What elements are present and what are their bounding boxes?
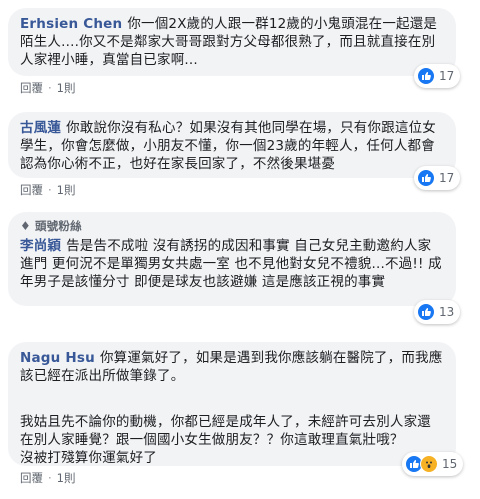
comment-bubble: 古風蓮 你敢說你沒有私心？如果沒有其他同學在場，只有你跟這位女學生，你會怎麼做，小… <box>8 112 456 178</box>
like-icon <box>417 67 435 85</box>
separator-dot: · <box>48 183 52 197</box>
like-icon <box>417 169 435 187</box>
reaction-summary[interactable]: 13 <box>414 300 461 324</box>
comment-author[interactable]: Nagu Hsu <box>20 350 95 366</box>
wow-icon <box>420 455 438 473</box>
comment-bubble: Erhsien Chen 你一個2X歲的人跟一群12歲的小鬼頭混在一起還是陌生人.… <box>8 8 456 76</box>
replies-count-link[interactable]: 1則 <box>57 80 76 96</box>
reaction-summary[interactable]: 17 <box>414 64 461 88</box>
diamond-icon: ♦ <box>20 219 31 233</box>
comment-text: 古風蓮 你敢說你沒有私心？如果沒有其他同學在場，只有你跟這位女學生，你會怎麼做，小… <box>20 119 444 173</box>
comment-bubble: Nagu Hsu 你算運氣好了，如果是遇到我你應該躺在醫院了，而我應該已經在派出所… <box>8 342 456 466</box>
comment-author[interactable]: 古風蓮 <box>20 120 61 136</box>
top-fan-badge: ♦ 頭號粉絲 <box>20 217 444 235</box>
like-icon <box>417 303 435 321</box>
reaction-count: 17 <box>439 171 455 185</box>
comment-body: 告是告不成啦 沒有誘拐的成因和事實 自己女兒主動邀約人家進門 更何況不是單獨男女… <box>20 238 442 290</box>
comment-body: 你敢說你沒有私心？如果沒有其他同學在場，只有你跟這位女學生，你會怎麼做，小朋友不… <box>20 120 437 172</box>
reaction-count: 13 <box>439 305 455 319</box>
comment-body: 我姑且先不論你的動機，你都已經是成年人了，未經許可去別人家還在別人家睡覺？跟一個… <box>20 414 431 466</box>
comment-actions: 回覆 · 1則 <box>20 470 75 486</box>
comment-text: Nagu Hsu 你算運氣好了，如果是遇到我你應該躺在醫院了，而我應該已經在派出所… <box>20 349 444 385</box>
reaction-summary[interactable]: 17 <box>414 166 461 190</box>
reply-link[interactable]: 回覆 <box>20 80 43 96</box>
replies-count-link[interactable]: 1則 <box>57 182 76 198</box>
reply-link[interactable]: 回覆 <box>20 470 43 486</box>
comment-bubble: ♦ 頭號粉絲 李尚穎 告是告不成啦 沒有誘拐的成因和事實 自己女兒主動邀約人家進門… <box>8 212 456 306</box>
comment-text: 李尚穎 告是告不成啦 沒有誘拐的成因和事實 自己女兒主動邀約人家進門 更何況不是單… <box>20 237 444 291</box>
reaction-count: 15 <box>442 457 458 471</box>
comment-text-2: 我姑且先不論你的動機，你都已經是成年人了，未經許可去別人家還在別人家睡覺？跟一個… <box>20 395 444 467</box>
reaction-summary[interactable]: 15 <box>402 452 464 476</box>
comment-actions: 回覆 · 1則 <box>20 80 75 96</box>
replies-count-link[interactable]: 1則 <box>57 470 76 486</box>
comment-author[interactable]: 李尚穎 <box>20 238 61 254</box>
reply-link[interactable]: 回覆 <box>20 182 43 198</box>
comment-actions: 回覆 · 1則 <box>20 182 75 198</box>
reaction-count: 17 <box>439 69 455 83</box>
comment-text: Erhsien Chen 你一個2X歲的人跟一群12歲的小鬼頭混在一起還是陌生人.… <box>20 15 444 69</box>
separator-dot: · <box>48 81 52 95</box>
comment-author[interactable]: Erhsien Chen <box>20 16 122 32</box>
separator-dot: · <box>48 471 52 485</box>
top-fan-label: 頭號粉絲 <box>34 219 82 233</box>
